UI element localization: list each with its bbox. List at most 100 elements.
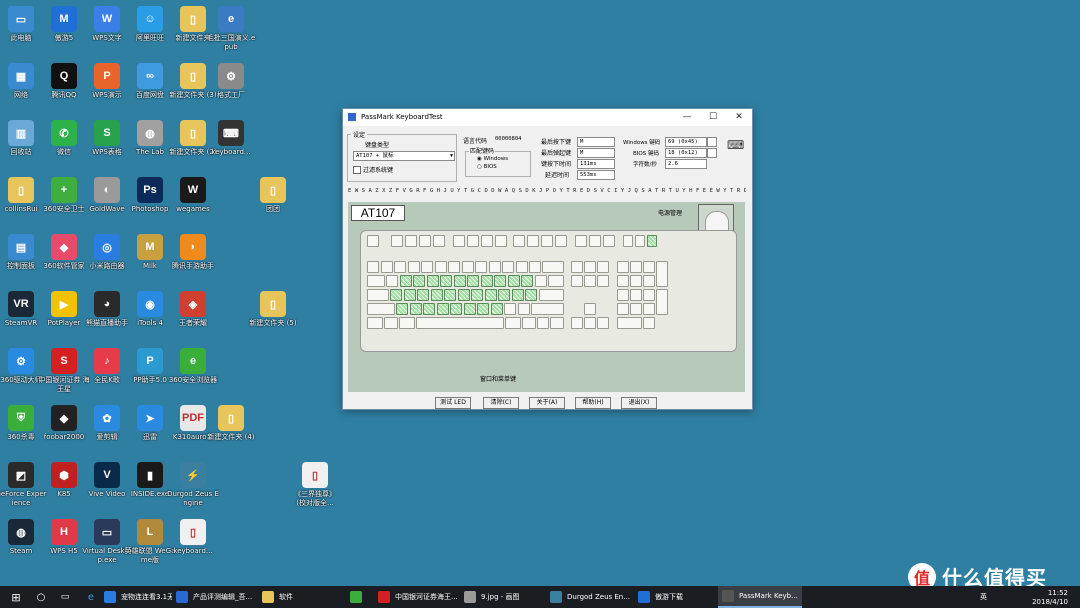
keyboard-key <box>396 303 408 315</box>
taskbar-clock[interactable]: 11:52 2018/4/10 <box>1032 589 1068 607</box>
desktop-icon[interactable]: ⚡ Durgod Zeus Engine <box>167 462 219 508</box>
app-icon: ▯ <box>302 462 328 488</box>
keyboard-key <box>575 235 587 247</box>
keyboard-key <box>440 275 452 287</box>
taskbar-item[interactable]: 傲游下载 <box>634 586 716 608</box>
keyboard-key <box>617 275 629 287</box>
app-icon: ⌨ <box>218 120 244 146</box>
keyboard-key <box>467 235 479 247</box>
app-icon: S <box>94 120 120 146</box>
keyboard-key <box>522 317 536 329</box>
windows-code-field: 69 (0x45) <box>665 137 707 147</box>
desktop-icon-label: 360安全浏览器 <box>168 376 218 384</box>
desktop-icon[interactable]: ◗ 腾讯手游助手 <box>167 234 219 271</box>
keyboard-type-label: 键盘类型 <box>365 142 390 149</box>
window-titlebar[interactable]: PassMark KeyboardTest — ☐ ✕ <box>343 109 752 125</box>
taskbar-item[interactable]: 中国银河证券海王... <box>374 586 458 608</box>
desktop-icon[interactable]: ⌨ keyboard... <box>205 120 257 157</box>
app-icon: P <box>94 63 120 89</box>
keyboard-key <box>541 235 553 247</box>
taskbar-item[interactable] <box>346 586 370 608</box>
keyboard-key <box>597 275 609 287</box>
clear-button[interactable]: 清除(C) <box>483 397 519 409</box>
keyboard-key <box>434 261 447 273</box>
app-icon: P <box>137 348 163 374</box>
keyboard-key <box>471 289 483 301</box>
keyboard-key <box>630 275 642 287</box>
app-icon: + <box>51 177 77 203</box>
taskbar-item[interactable]: 9.jpg - 画图 <box>460 586 544 608</box>
taskbar-app-icon <box>262 591 274 603</box>
keyboard-key <box>537 317 549 329</box>
app-icon: ◆ <box>51 234 77 260</box>
desktop-icon[interactable]: ▯ 团团 <box>247 177 299 214</box>
taskbar-item[interactable]: 产品评测编辑_吾... <box>172 586 256 608</box>
exit-button[interactable]: 退出(X) <box>621 397 657 409</box>
app-icon: ◕ <box>94 291 120 317</box>
app-icon: M <box>137 234 163 260</box>
keyboard-key <box>630 261 642 273</box>
keyboard-key <box>643 261 655 273</box>
filter-keys-checkbox[interactable] <box>353 166 361 174</box>
desktop-icon[interactable]: ▯ 新建文件夹 (4) <box>205 405 257 442</box>
desktop-icon[interactable]: ▯ keyboard... <box>167 519 219 556</box>
minimize-button[interactable]: — <box>674 112 700 122</box>
radio-bios-label: BIOS <box>483 164 497 170</box>
task-view-icon[interactable]: ▭ <box>58 586 72 608</box>
keyboard-key <box>525 289 537 301</box>
taskbar-item[interactable]: 宠物连连看3.1无... <box>100 586 172 608</box>
desktop-icon-label: 毛批三国演义.epub <box>206 34 256 51</box>
edge-icon[interactable]: e <box>84 586 98 608</box>
radio-windows-label: Windows <box>483 156 509 162</box>
keyboard-key <box>399 317 415 329</box>
radio-windows[interactable]: ◉ Windows <box>477 156 508 162</box>
keyboard-key <box>571 275 583 287</box>
test-led-button[interactable]: 测试 LED <box>435 397 471 409</box>
taskbar-app-icon <box>176 591 188 603</box>
clock-date: 2018/4/10 <box>1032 598 1068 606</box>
desktop-icon[interactable]: ▯ 《三界独尊》 (校对版全... <box>289 462 341 508</box>
keyboard-key <box>448 261 460 273</box>
about-button[interactable]: 关于(A) <box>529 397 565 409</box>
keyboard-key <box>507 275 520 287</box>
keyboard-type-select[interactable]: AT107 + 鼠标 ▼ <box>353 151 455 161</box>
desktop-icon[interactable]: ⚙ 格式工厂 <box>205 63 257 100</box>
desktop-icon[interactable]: ◈ 王者荣耀 <box>167 291 219 328</box>
desktop-icon-label: wegames <box>176 205 210 213</box>
keyboard-key <box>405 235 417 247</box>
search-icon[interactable]: ○ <box>34 586 48 608</box>
keyboard-key <box>548 275 564 287</box>
taskbar-item[interactable]: Durgod Zeus En... <box>546 586 632 608</box>
radio-bios[interactable]: ○ BIOS <box>477 164 497 170</box>
tray-lang[interactable]: 英 <box>980 586 990 608</box>
keyboard-key <box>477 303 489 315</box>
desktop-icon[interactable]: e 360安全浏览器 <box>167 348 219 385</box>
keyboard-key <box>527 235 539 247</box>
app-icon: W <box>94 6 120 32</box>
keyboard-key <box>426 275 439 287</box>
desktop-icon[interactable]: ▯ 新建文件夹 (5) <box>247 291 299 328</box>
taskbar-item-label: 软件 <box>279 593 293 601</box>
start-button[interactable]: ⊞ <box>8 586 24 608</box>
taskbar-item-label: 傲游下载 <box>655 593 683 601</box>
taskbar-item[interactable]: PassMark Keyb... <box>718 586 802 608</box>
keyboard-key <box>444 289 456 301</box>
taskbar-item[interactable]: 软件 <box>258 586 342 608</box>
keyboard-key <box>550 317 564 329</box>
desktop-icon[interactable]: Wwegames <box>167 177 219 214</box>
close-button[interactable]: ✕ <box>726 112 752 122</box>
app-icon: ◆ <box>51 405 77 431</box>
typed-letters-row: E W S A Z X Z F V G R F G H J U Y T G C … <box>348 188 746 194</box>
keyboard-key <box>367 289 389 301</box>
app-icon: ▶ <box>51 291 77 317</box>
app-icon: ⚙ <box>8 348 34 374</box>
keyboard-key <box>409 303 422 315</box>
keyboard-key <box>386 275 398 287</box>
maximize-button[interactable]: ☐ <box>700 112 726 122</box>
taskbar-app-icon <box>378 591 390 603</box>
keyboard-key <box>589 235 601 247</box>
help-button[interactable]: 帮助(H) <box>575 397 611 409</box>
desktop-icon[interactable]: e 毛批三国演义.epub <box>205 6 257 52</box>
app-icon: ▯ <box>260 177 286 203</box>
settings-label: 设定 <box>351 130 368 139</box>
